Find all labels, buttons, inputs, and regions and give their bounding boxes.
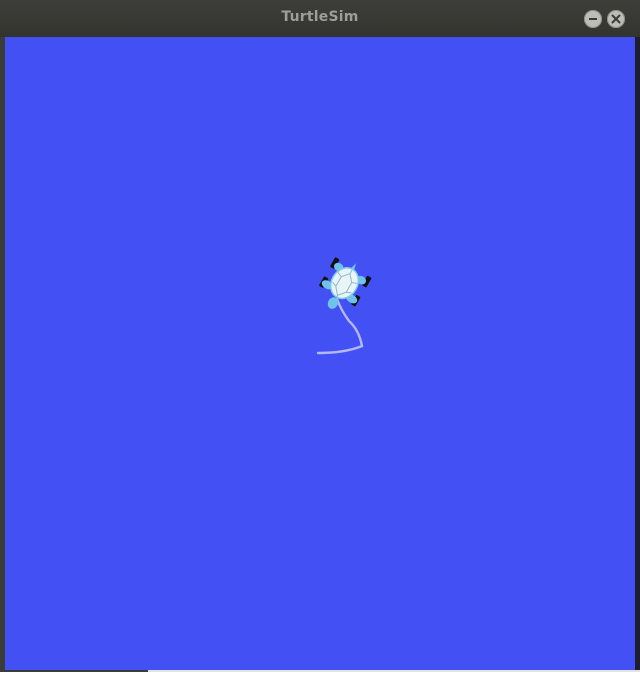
simulation-canvas bbox=[5, 37, 635, 670]
title-bar[interactable]: TurtleSim bbox=[0, 0, 640, 37]
minimize-button[interactable] bbox=[584, 10, 602, 28]
pen-trail bbox=[316, 297, 364, 355]
close-icon bbox=[611, 14, 621, 24]
minimize-icon bbox=[589, 18, 597, 20]
close-button[interactable] bbox=[607, 10, 625, 28]
turtlesim-window: TurtleSim bbox=[0, 0, 640, 672]
simulation-drawing bbox=[316, 257, 372, 355]
canvas-right-edge bbox=[635, 37, 640, 670]
window-title: TurtleSim bbox=[281, 9, 359, 25]
turtle bbox=[319, 257, 372, 309]
